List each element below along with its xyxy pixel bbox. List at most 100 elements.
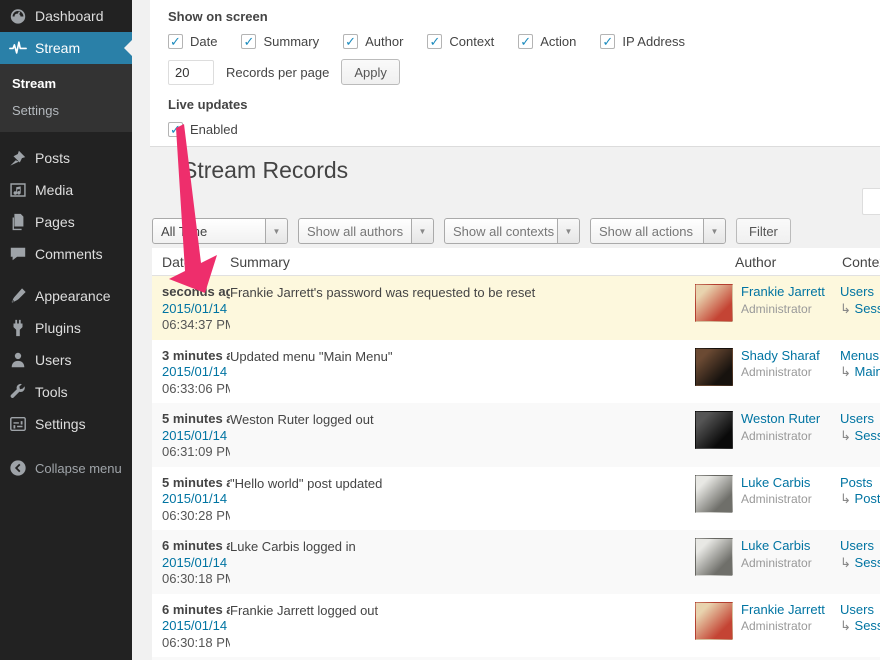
sidebar-item-dashboard[interactable]: Dashboard: [0, 0, 132, 32]
checkbox-label: IP Address: [622, 34, 685, 49]
filter-button[interactable]: Filter: [736, 218, 791, 244]
record-date-link[interactable]: 2015/01/14: [162, 618, 230, 635]
author-link[interactable]: Frankie Jarrett: [741, 602, 825, 619]
record-time: 06:31:09 PM: [162, 444, 230, 459]
author-role: Administrator: [741, 555, 812, 570]
column-toggle-ip-address[interactable]: ✓ IP Address: [600, 34, 685, 49]
author-link[interactable]: Luke Carbis: [741, 475, 812, 492]
subcontext-arrow-icon: ↳: [840, 427, 851, 443]
record-time: 06:33:06 PM: [162, 380, 230, 396]
sidebar-item-label: Appearance: [35, 288, 111, 304]
record-date-link[interactable]: 2015/01/14: [162, 428, 230, 445]
checkbox-label: Author: [365, 34, 404, 49]
context-link[interactable]: Menus: [840, 348, 880, 365]
record-date-link[interactable]: 2015/01/14: [162, 364, 230, 381]
submenu-item-stream[interactable]: Stream: [0, 70, 132, 97]
column-toggle-author[interactable]: ✓ Author: [343, 34, 403, 49]
checkbox-label: Action: [540, 34, 577, 49]
filter-dropdown-value: All Time: [161, 223, 208, 239]
apply-button[interactable]: Apply: [341, 59, 400, 85]
author-link[interactable]: Shady Sharaf: [741, 348, 820, 365]
sidebar-item-settings[interactable]: Settings: [0, 408, 132, 440]
checkbox-checked-icon: ✓: [518, 34, 534, 49]
sidebar-item-media[interactable]: Media: [0, 174, 132, 206]
sidebar-item-collapse-menu[interactable]: Collapse menu: [0, 452, 132, 484]
context-link[interactable]: Users: [840, 538, 880, 555]
filter-dropdown-1[interactable]: Show all authors ▼: [298, 218, 434, 244]
column-header-context: Context: [842, 253, 880, 270]
sidebar-item-label: Plugins: [35, 320, 81, 336]
sidebar-item-label: Users: [35, 352, 72, 368]
column-header-summary: Summary: [230, 253, 290, 270]
subcontext-link[interactable]: Sessions: [855, 428, 880, 443]
sidebar-item-users[interactable]: Users: [0, 344, 132, 376]
subcontext-link[interactable]: Main Menu: [855, 364, 880, 379]
sidebar-item-tools[interactable]: Tools: [0, 376, 132, 408]
live-updates-heading: Live updates: [168, 97, 248, 112]
record-summary: Frankie Jarrett's password was requested…: [230, 285, 536, 300]
active-menu-notch: [124, 40, 132, 56]
comments-icon: [9, 245, 27, 263]
record-date-link[interactable]: 2015/01/14: [162, 555, 230, 572]
sidebar-item-pages[interactable]: Pages: [0, 206, 132, 238]
record-time: 06:30:18 PM: [162, 634, 230, 650]
avatar: [695, 601, 733, 640]
dashboard-icon: [9, 7, 27, 25]
record-summary: Weston Ruter logged out: [230, 412, 374, 427]
column-header-date[interactable]: Date: [152, 254, 230, 270]
column-toggle-action[interactable]: ✓ Action: [518, 34, 576, 49]
checkbox-checked-icon: ✓: [241, 34, 257, 49]
subcontext-link[interactable]: Sessions: [855, 301, 880, 316]
sidebar-item-stream[interactable]: Stream: [0, 32, 132, 64]
subcontext-link[interactable]: Sessions: [855, 618, 880, 633]
column-toggle-summary[interactable]: ✓ Summary: [241, 34, 319, 49]
sidebar-item-label: Posts: [35, 150, 71, 166]
context-link[interactable]: Users: [840, 602, 880, 619]
table-row: 6 minutes ago 2015/01/14 06:30:18 PM Fra…: [152, 593, 880, 657]
table-row: 5 minutes ago 2015/01/14 06:30:28 PM "He…: [152, 466, 880, 530]
record-time: 06:34:37 PM: [162, 317, 230, 332]
sidebar-item-appearance[interactable]: Appearance: [0, 280, 132, 312]
live-updates-enabled-checkbox[interactable]: ✓ Enabled: [168, 122, 238, 137]
submenu-item-settings[interactable]: Settings: [0, 97, 132, 124]
author-link[interactable]: Luke Carbis: [741, 538, 812, 555]
context-link[interactable]: Users: [840, 284, 880, 301]
search-records-input[interactable]: [862, 188, 880, 215]
subcontext-link[interactable]: Sessions: [855, 555, 880, 570]
record-age: 5 minutes ago: [162, 411, 230, 426]
record-date-link[interactable]: 2015/01/14: [162, 491, 230, 508]
filter-bar: All Time ▼ Show all authors ▼ Show all c…: [152, 218, 791, 244]
filter-dropdown-2[interactable]: Show all contexts ▼: [444, 218, 580, 244]
author-link[interactable]: Frankie Jarrett: [741, 284, 825, 301]
sidebar-item-label: Dashboard: [35, 8, 104, 24]
context-link[interactable]: Users: [840, 411, 880, 428]
stream-submenu: Stream Settings: [0, 64, 132, 132]
records-per-page-input[interactable]: [168, 59, 214, 85]
tools-icon: [9, 383, 27, 401]
filter-dropdown-value: Show all actions: [599, 223, 693, 239]
filter-dropdown-0[interactable]: All Time ▼: [152, 218, 288, 244]
record-date-link[interactable]: 2015/01/14: [162, 301, 230, 318]
screen-options-panel: Show on screen ✓ Date ✓ Summary ✓ Author…: [150, 0, 880, 147]
context-link[interactable]: Posts: [840, 475, 880, 492]
sidebar-item-label: Settings: [35, 416, 86, 432]
table-row: 3 minutes ago 2015/01/14 06:33:06 PM Upd…: [152, 339, 880, 403]
column-toggle-date[interactable]: ✓ Date: [168, 34, 217, 49]
avatar: [695, 347, 733, 386]
stream-records-table: Date Summary Author Context seconds ago …: [152, 248, 880, 660]
sidebar-item-plugins[interactable]: Plugins: [0, 312, 132, 344]
sidebar-item-comments[interactable]: Comments: [0, 238, 132, 270]
column-toggle-context[interactable]: ✓ Context: [427, 34, 494, 49]
subcontext-link[interactable]: Posts: [855, 491, 880, 506]
author-link[interactable]: Weston Ruter: [741, 411, 820, 428]
checkbox-label: Context: [449, 34, 495, 49]
subcontext-arrow-icon: ↳: [840, 554, 851, 570]
filter-dropdown-3[interactable]: Show all actions ▼: [590, 218, 726, 244]
subcontext-arrow-icon: ↳: [840, 491, 851, 506]
chevron-down-icon: ▼: [703, 219, 725, 243]
record-summary: "Hello world" post updated: [230, 475, 383, 491]
author-role: Administrator: [741, 301, 812, 316]
sidebar-item-posts[interactable]: Posts: [0, 142, 132, 174]
record-summary: Luke Carbis logged in: [230, 539, 356, 554]
chevron-down-icon: ▼: [265, 219, 287, 243]
